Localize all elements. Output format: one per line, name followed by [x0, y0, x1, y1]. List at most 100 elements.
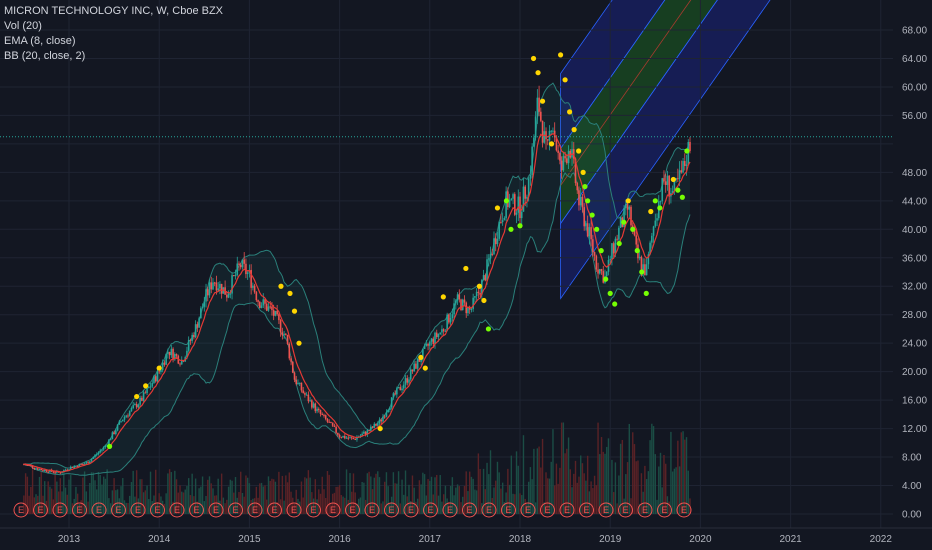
volume-bar — [262, 486, 264, 514]
volume-bar — [614, 462, 617, 514]
candle-body — [640, 256, 643, 271]
candle-body — [71, 466, 74, 468]
volume-bar — [517, 465, 519, 514]
candle-body — [168, 351, 171, 356]
volume-indicator-label[interactable]: Vol (20) — [4, 19, 223, 34]
ema-indicator-label[interactable]: EMA (8, close) — [4, 34, 223, 49]
volume-bar — [555, 463, 558, 514]
candle-body — [196, 324, 199, 328]
signal-dot — [603, 276, 609, 282]
candle-body — [118, 421, 121, 425]
candle-body — [274, 310, 277, 316]
candle-body — [90, 458, 93, 462]
candle-body — [628, 206, 631, 210]
candle-body — [210, 282, 213, 290]
candle-body — [340, 437, 343, 439]
volume-bar — [394, 483, 396, 514]
earnings-marker-letter: E — [115, 505, 121, 515]
volume-bar — [550, 461, 552, 514]
candle-body — [265, 303, 268, 311]
candle-body — [203, 301, 206, 307]
candle-body — [593, 252, 596, 256]
bb-indicator-label[interactable]: BB (20, close, 2) — [4, 49, 223, 64]
candle-body — [524, 186, 527, 199]
candle-body — [513, 194, 516, 215]
candle-body — [458, 294, 461, 300]
signal-dot — [582, 183, 588, 190]
candle-body — [82, 463, 84, 465]
volume-bar — [142, 492, 145, 514]
candle-body — [286, 334, 289, 344]
signal-dot — [616, 240, 622, 247]
volume-bar — [536, 448, 539, 514]
candle-body — [198, 318, 200, 328]
volume-bar — [302, 497, 304, 514]
earnings-marker-letter: E — [57, 505, 63, 515]
candle-body — [559, 152, 561, 161]
volume-bar — [595, 485, 598, 514]
candle-body — [411, 369, 414, 372]
volume-bar — [557, 483, 559, 514]
candle-body — [396, 388, 398, 395]
candle-body — [583, 207, 585, 227]
volume-bar — [515, 451, 518, 514]
candle-body — [220, 283, 223, 294]
signal-dot — [517, 223, 523, 229]
x-tick-label: 2017 — [419, 534, 442, 545]
candle-body — [501, 220, 504, 223]
candle-body — [579, 196, 582, 206]
candle-body — [590, 227, 592, 240]
volume-bar — [24, 473, 27, 514]
current-price-line: 53.00 — [0, 129, 932, 144]
candle-body — [281, 332, 284, 336]
volume-bar — [340, 495, 343, 514]
earnings-marker-letter: E — [330, 505, 336, 515]
candle-body — [269, 306, 272, 308]
candle-body — [321, 413, 324, 415]
candle-body — [295, 379, 298, 385]
earnings-marker-letter: E — [661, 505, 667, 515]
y-tick-label: 32.00 — [902, 282, 927, 293]
volume-bar — [380, 503, 382, 514]
volume-bar — [87, 501, 89, 514]
candle-body — [566, 158, 568, 164]
volume-bar — [278, 471, 280, 514]
candle-body — [453, 303, 455, 315]
candle-body — [309, 400, 311, 402]
candle-body — [290, 358, 292, 362]
candle-body — [404, 378, 407, 385]
candle-body — [85, 462, 88, 464]
candle-body — [689, 142, 691, 151]
volume-bar — [243, 496, 245, 514]
volume-bar — [102, 476, 105, 514]
symbol-title[interactable]: MICRON TECHNOLOGY INC, W, Cboe BZX — [4, 4, 223, 19]
candle-body — [578, 190, 580, 206]
signal-dot — [594, 226, 600, 232]
candle-body — [441, 329, 443, 333]
candle-body — [326, 419, 329, 422]
signal-dot — [589, 212, 595, 218]
volume-bar — [637, 460, 639, 514]
time-axis: 2013 2014 2015 2016 2017 2018 2019 2020 2021 2022 — [0, 527, 932, 550]
volume-bar — [49, 486, 51, 514]
candle-body — [373, 423, 376, 428]
candle-body — [344, 435, 346, 439]
volume-bar — [576, 482, 578, 514]
volume-bar — [434, 477, 436, 514]
volume-bar — [205, 495, 207, 514]
candle-body — [213, 282, 216, 284]
candle-body — [378, 419, 381, 424]
candle-body — [194, 324, 197, 338]
signal-dot — [612, 301, 618, 307]
candle-body — [142, 392, 145, 401]
candle-body — [534, 116, 537, 138]
price-chart[interactable]: 53.00 E E E E E E E E E E E E E E E E E E E E E E E E E E E E E E E E E E… — [0, 0, 932, 550]
candle-body — [328, 421, 330, 423]
candle-body — [465, 302, 468, 314]
candle-body — [75, 465, 77, 467]
candle-body — [38, 468, 41, 470]
candle-body — [609, 259, 611, 261]
signal-dot — [679, 194, 685, 200]
signal-dot — [621, 219, 627, 225]
volume-bar — [165, 493, 167, 514]
